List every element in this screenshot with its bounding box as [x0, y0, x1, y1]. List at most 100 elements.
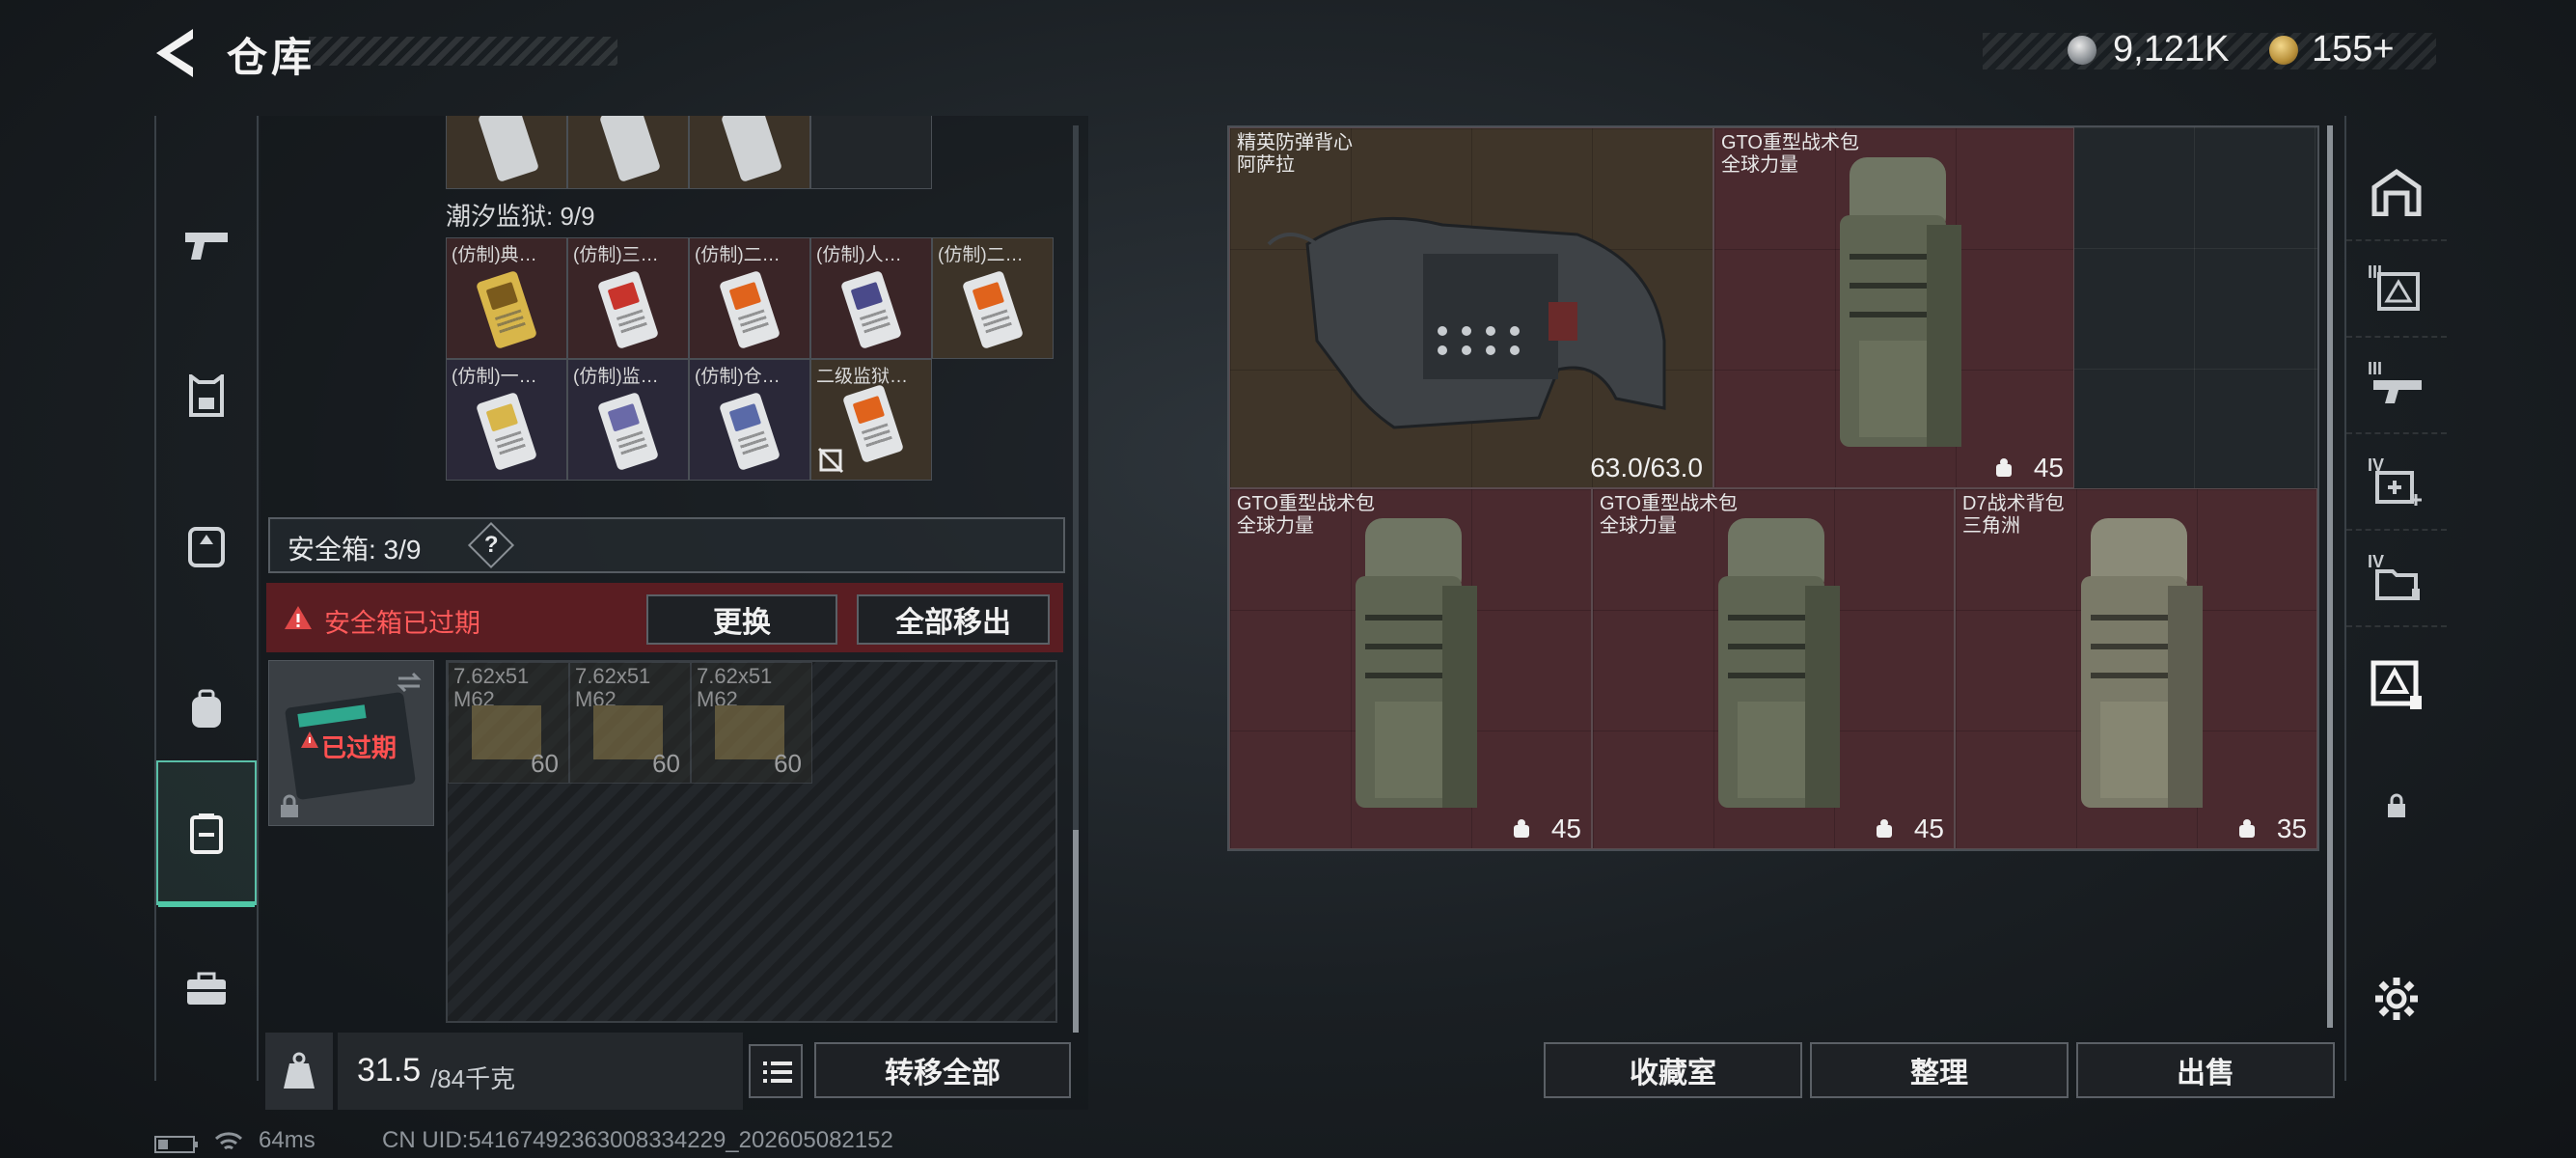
ammo-count: 60 — [531, 749, 559, 778]
safe-case-slot[interactable]: 已过期 — [268, 660, 434, 826]
page-title: 仓库 — [227, 35, 316, 80]
prison-item[interactable]: (仿制)仓… — [689, 359, 810, 481]
inventory-slot[interactable] — [689, 116, 810, 189]
stash-tab-safe-active[interactable] — [2346, 637, 2447, 733]
prison-section-title: 潮汐监狱: 9/9 — [446, 202, 595, 231]
lock-icon — [2388, 793, 2405, 817]
vest-icon — [188, 527, 225, 567]
stash-item[interactable]: D7战术背包 三角洲 35 — [1955, 488, 2317, 849]
stash-tab-main[interactable] — [2346, 145, 2447, 241]
medical-case-icon: IV — [2368, 455, 2425, 508]
prison-item[interactable]: (仿制)人… — [810, 237, 932, 359]
ammo-item[interactable]: 7.62x51 M62 60 — [569, 662, 691, 784]
battery-icon — [154, 1136, 198, 1153]
card-item — [596, 391, 660, 472]
nav-armor[interactable] — [156, 323, 257, 468]
card-item — [475, 391, 538, 472]
stash-item[interactable]: GTO重型战术包 全球力量 45 — [1713, 127, 2074, 488]
card-item — [477, 116, 540, 183]
stash-tab-locked[interactable] — [2346, 758, 2447, 854]
stash-tab-1[interactable]: III — [2346, 241, 2447, 338]
durability: 63.0/63.0 — [1590, 453, 1703, 482]
backpack-image — [1356, 518, 1477, 808]
stash-item[interactable]: GTO重型战术包 全球力量 45 — [1592, 488, 1955, 849]
gear-icon — [2375, 978, 2418, 1020]
ammo-name: 7.62x51 M62 — [697, 664, 773, 711]
empty-slot[interactable] — [810, 116, 932, 189]
help-icon[interactable]: ? — [467, 521, 515, 569]
stash-scrollbar[interactable] — [2327, 125, 2333, 1028]
item-brand: 阿萨拉 — [1237, 154, 1295, 176]
warehouse-icon — [2371, 168, 2422, 216]
organize-button[interactable]: 整理 — [1810, 1042, 2069, 1098]
prison-item[interactable]: (仿制)典… — [446, 237, 567, 359]
backpack-image — [1840, 157, 1961, 447]
item-name: D7战术背包 — [1962, 493, 2065, 514]
ammo-count: 60 — [774, 749, 802, 778]
uid-text: CN UID:54167492363008334229_202605082152 — [382, 1127, 893, 1153]
replace-button[interactable]: 更换 — [646, 594, 837, 645]
card-item — [718, 391, 781, 472]
capacity-value: 45 — [2033, 453, 2064, 482]
sell-button[interactable]: 出售 — [2076, 1042, 2335, 1098]
warning-text: 安全箱已过期 — [324, 609, 480, 638]
category-nav — [154, 116, 259, 1081]
weapon-case-icon: III — [2368, 359, 2425, 411]
currency-silver: 9,121K — [2113, 29, 2230, 69]
safebox-title: 安全箱: 3/9 — [288, 535, 422, 565]
ammo-name: 7.62x51 M62 — [575, 664, 651, 711]
ammo-item[interactable]: 7.62x51 M62 60 — [691, 662, 812, 784]
prison-item[interactable]: (仿制)监… — [567, 359, 689, 481]
capacity-icon — [1877, 819, 1892, 838]
inventory-slot[interactable] — [446, 116, 567, 189]
item-label: (仿制)典… — [452, 245, 537, 265]
back-arrow-icon[interactable] — [154, 27, 203, 79]
prison-item[interactable]: (仿制)二… — [689, 237, 810, 359]
expired-label: 已过期 — [321, 733, 397, 762]
swap-icon[interactable] — [395, 671, 424, 694]
nav-weapons[interactable] — [156, 174, 257, 318]
card-item — [596, 269, 660, 350]
prison-item[interactable]: 二级监狱… — [810, 359, 932, 481]
settings-button[interactable] — [2346, 951, 2447, 1047]
card-item — [841, 383, 905, 464]
expired-warning-icon — [301, 731, 318, 748]
move-all-out-button[interactable]: 全部移出 — [857, 594, 1050, 645]
weight-current: 31.5 — [357, 1052, 422, 1089]
prison-item[interactable]: (仿制)三… — [567, 237, 689, 359]
nav-toolbox[interactable] — [156, 917, 257, 1062]
silver-coin-icon — [2068, 36, 2096, 65]
lock-icon — [281, 794, 298, 817]
safebox-warning-bar: 安全箱已过期 更换 全部移出 — [266, 583, 1063, 652]
safe-case-tab-icon — [2370, 660, 2422, 709]
stash-tab-4[interactable]: IV — [2346, 531, 2447, 627]
capacity-value: 45 — [1913, 813, 1944, 843]
transfer-all-button[interactable]: 转移全部 — [814, 1042, 1071, 1098]
stash-tab-2[interactable]: III — [2346, 338, 2447, 434]
prison-item[interactable]: (仿制)二… — [932, 237, 1054, 359]
list-icon — [763, 1062, 792, 1083]
inventory-slot[interactable] — [567, 116, 689, 189]
stash-tabs: III III IV IV — [2344, 116, 2447, 1081]
item-label: (仿制)人… — [816, 245, 902, 265]
safe-case-icon — [190, 813, 223, 854]
ammo-count: 60 — [652, 749, 680, 778]
prison-item[interactable]: (仿制)一… — [446, 359, 567, 481]
capacity-icon — [2239, 819, 2255, 838]
stash-item[interactable]: GTO重型战术包 全球力量 45 — [1229, 488, 1592, 849]
nav-safe-case[interactable] — [156, 760, 257, 907]
stash-tab-3[interactable]: IV — [2346, 434, 2447, 531]
item-label: (仿制)监… — [573, 367, 659, 387]
nav-vest[interactable] — [156, 473, 257, 618]
no-insure-icon — [817, 447, 844, 474]
stash-item[interactable]: 精英防弹背心 阿萨拉 63.0/63.0 — [1229, 127, 1713, 488]
expansion-case-icon: III — [2368, 262, 2425, 315]
ammo-case-icon: IV — [2368, 552, 2425, 604]
ammo-item[interactable]: 7.62x51 M62 60 — [448, 662, 569, 784]
list-view-button[interactable] — [749, 1044, 803, 1098]
kg-weight-icon — [284, 1052, 315, 1089]
currency-gold[interactable]: 155+ — [2312, 29, 2395, 70]
vest-image — [1267, 216, 1666, 429]
left-scrollbar-thumb[interactable] — [1073, 830, 1079, 1033]
collection-room-button[interactable]: 收藏室 — [1544, 1042, 1802, 1098]
